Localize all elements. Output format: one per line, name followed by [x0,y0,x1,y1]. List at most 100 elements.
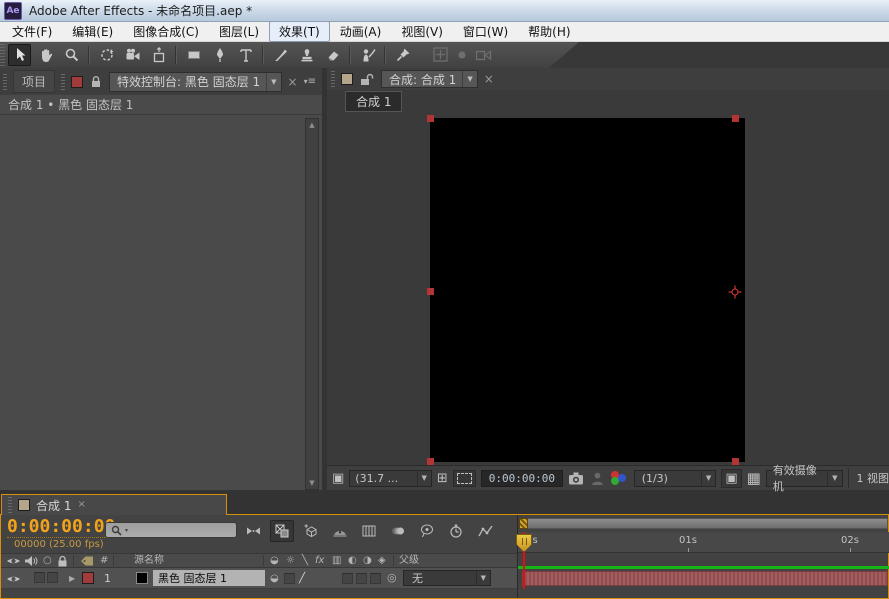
menu-animation[interactable]: 动画(A) [330,21,392,42]
layer-3d-toggle[interactable] [370,573,381,584]
panel-gripper[interactable] [8,497,12,513]
index-column-header[interactable]: # [100,554,108,567]
mini-flowchart-icon[interactable] [241,520,265,542]
pan-behind-tool-icon[interactable] [147,44,170,66]
view-layout-dropdown[interactable]: 1 视图 [848,468,889,488]
motion-blur-column-icon[interactable]: ◐ [348,554,357,567]
current-timecode[interactable]: 0:00:00:00 [7,516,115,538]
local-axis-mode-icon[interactable] [432,46,449,63]
transparency-grid-icon[interactable]: ▦ [747,472,761,485]
camera-tool-icon[interactable] [121,44,144,66]
shy-layers-icon[interactable] [328,520,352,542]
composition-viewport[interactable] [327,112,889,465]
world-axis-mode-icon[interactable] [456,49,468,61]
tab-project[interactable]: 项目 [13,70,55,93]
zoom-tool-icon[interactable] [60,44,83,66]
close-icon[interactable]: × [77,500,85,510]
menu-view[interactable]: 视图(V) [391,21,453,42]
puppet-pin-tool-icon[interactable] [391,44,414,66]
layer-solid-swatch[interactable] [136,572,148,584]
layer-handle-bottom-center[interactable] [732,458,739,465]
layer-anchor-point[interactable] [728,285,742,299]
brush-tool-icon[interactable] [269,44,292,66]
panel-gripper[interactable] [331,71,335,87]
menu-composition[interactable]: 图像合成(C) [123,21,209,42]
resolution-dropdown[interactable]: (1/3) ▼ [634,470,717,487]
panel-gripper[interactable] [61,74,65,90]
layer-handle-top-left[interactable] [427,115,434,122]
frame-blending-icon[interactable] [357,520,381,542]
layer-handle-bottom-left[interactable] [427,458,434,465]
hand-tool-icon[interactable] [34,44,57,66]
parent-column-header[interactable]: 父级 [399,554,419,567]
search-arrow-icon[interactable]: ▾ [125,527,128,534]
lock-icon[interactable] [89,74,103,89]
live-update-icon[interactable] [270,520,294,542]
menu-file[interactable]: 文件(F) [2,21,62,42]
show-channel-icon[interactable] [610,470,629,486]
layer-frame-blend-toggle[interactable] [342,573,353,584]
brainstorm-icon[interactable] [415,520,439,542]
collapse-column-icon[interactable]: ☼ [286,554,295,567]
show-snapshot-icon[interactable] [590,471,605,486]
menu-layer[interactable]: 图层(L) [209,21,269,42]
source-name-column-header[interactable]: 源名称 [134,554,164,567]
selection-tool-icon[interactable] [8,44,31,66]
quality-column-icon[interactable]: ╲ [302,554,308,567]
grid-guides-icon[interactable]: ⊞ [437,472,448,485]
panel-gripper[interactable] [3,74,7,90]
search-input[interactable]: ▾ [105,522,237,538]
snapshot-camera-icon[interactable] [568,471,585,486]
layer-handle-mid-left[interactable] [427,288,434,295]
frame-blend-column-icon[interactable]: ▥ [332,554,341,567]
scroll-down-icon[interactable]: ▼ [309,479,314,487]
unlock-icon[interactable] [359,72,375,87]
layer-name-selected[interactable]: 黑色 固态层 1 [153,570,265,586]
lock-column-icon[interactable] [56,555,69,567]
panel-color-swatch[interactable] [71,76,83,88]
layer-duration-bar[interactable] [522,571,888,586]
work-area-bar[interactable] [519,518,888,529]
lock-cell[interactable] [47,572,58,583]
tab-composition-viewer[interactable]: 合成: 合成 1 ▼ [381,70,478,88]
expand-arrow-icon[interactable]: ▶ [69,572,75,585]
close-icon[interactable]: × [484,74,494,84]
motion-blur-icon[interactable] [386,520,410,542]
rotation-tool-icon[interactable] [95,44,118,66]
time-ruler[interactable]: :00s 01s 02s [518,532,889,553]
tab-timeline-comp[interactable]: 合成 1 × [1,494,227,515]
title-bar[interactable]: Ae Adobe After Effects - 未命名项目.aep * [0,0,889,22]
eraser-tool-icon[interactable] [321,44,344,66]
vertical-scrollbar[interactable]: ▲ ▼ [305,118,319,490]
menu-edit[interactable]: 编辑(E) [62,21,123,42]
roto-brush-tool-icon[interactable] [356,44,379,66]
close-icon[interactable]: × [288,77,298,87]
layer-quality-toggle[interactable]: ╱ [299,572,305,585]
clone-stamp-tool-icon[interactable] [295,44,318,66]
scroll-up-icon[interactable]: ▲ [309,121,314,129]
view-axis-mode-icon[interactable] [475,48,492,62]
menu-effect[interactable]: 效果(T) [269,21,330,42]
layer-row[interactable]: ▶ 1 黑色 固态层 1 ◒ ╱ ◎ 无 ▼ [1,568,517,589]
3d-layer-column-icon[interactable]: ◈ [378,554,386,567]
video-column-icon[interactable] [6,555,21,567]
magnification-dropdown[interactable]: (31.7 ... ▼ [349,470,432,487]
tab-effect-controls[interactable]: 特效控制台: 黑色 固态层 1 ▼ [109,72,282,92]
always-preview-icon[interactable]: ▣ [332,472,344,485]
composition-frame[interactable] [430,118,745,462]
layer-label-chip[interactable] [82,572,94,584]
viewer-timecode[interactable]: 0:00:00:00 [481,470,563,487]
solo-cell[interactable] [34,572,45,583]
adjustment-layer-column-icon[interactable]: ◑ [363,554,372,567]
toolbar-gripper[interactable] [0,44,5,66]
menu-help[interactable]: 帮助(H) [518,21,580,42]
menu-window[interactable]: 窗口(W) [453,21,518,42]
chevron-down-icon[interactable]: ▼ [266,73,280,91]
rectangle-tool-icon[interactable] [182,44,205,66]
target-region-icon[interactable]: ▣ [721,469,741,488]
active-camera-dropdown[interactable]: 有效摄像机 ▼ [766,470,843,487]
solo-column-icon[interactable]: ○ [43,554,52,567]
chevron-down-icon[interactable]: ▼ [462,71,476,87]
graph-editor-icon[interactable] [473,520,497,542]
region-of-interest-icon[interactable] [453,470,476,487]
